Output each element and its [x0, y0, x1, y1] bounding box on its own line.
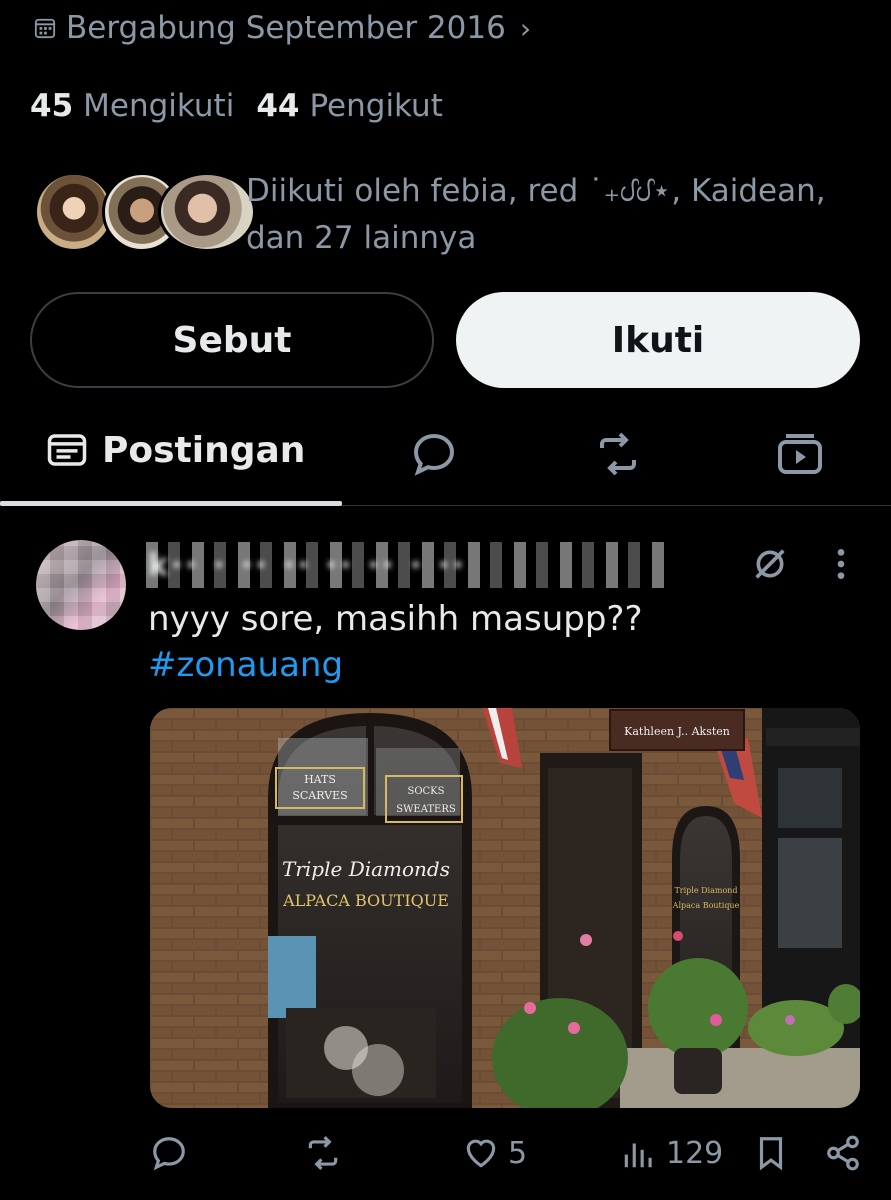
follow-button[interactable]: Ikuti — [456, 292, 860, 388]
post-text: nyyy sore, masihh masupp?? — [148, 599, 643, 639]
grok-icon[interactable] — [750, 542, 790, 586]
followers-link[interactable]: 44 Pengikut — [256, 88, 443, 124]
following-link[interactable]: 45 Mengikuti — [30, 88, 234, 124]
window-text-socks: SOCKS — [407, 786, 444, 797]
like-button[interactable]: 5 — [462, 1134, 527, 1172]
bookmark-icon — [759, 1137, 783, 1171]
followers-avatars[interactable] — [34, 172, 256, 254]
mention-button[interactable]: Sebut — [30, 292, 434, 388]
tab-posts-label: Postingan — [102, 429, 306, 471]
reply-icon — [153, 1137, 185, 1171]
more-options-icon[interactable] — [830, 544, 852, 584]
views-button[interactable]: 129 — [620, 1134, 723, 1172]
shop-name-text: Triple Diamonds — [282, 857, 450, 881]
following-label: Mengikuti — [83, 88, 235, 124]
repost-button[interactable] — [304, 1134, 342, 1172]
bookmark-button[interactable] — [752, 1134, 790, 1172]
storefront-photo: HATS SCARVES SOCKS SWEATERS Triple Diamo… — [150, 708, 860, 1108]
post-actions: 5 129 — [0, 1130, 891, 1186]
followers-label: Pengikut — [309, 88, 443, 124]
followers-count: 44 — [256, 88, 300, 124]
reposts-icon[interactable] — [594, 430, 642, 478]
profile-tabs: Postingan — [0, 410, 891, 506]
view-count: 129 — [666, 1135, 724, 1171]
share-button[interactable] — [824, 1134, 862, 1172]
follow-counts: 45 Mengikuti 44 Pengikut — [30, 88, 443, 124]
joined-date-link[interactable]: Bergabung September 2016 › — [34, 8, 531, 48]
shop-type-text: ALPACA BOUTIQUE — [282, 891, 449, 910]
heart-icon — [466, 1139, 496, 1168]
views-icon — [624, 1143, 652, 1168]
window-text-scarves: SCARVES — [292, 789, 347, 802]
following-count: 45 — [30, 88, 74, 124]
tab-posts[interactable]: Postingan — [46, 410, 305, 490]
share-icon — [827, 1135, 859, 1171]
window-text-hats: HATS — [304, 773, 336, 786]
hashtag-link[interactable]: #zonauang — [148, 642, 643, 688]
followed-by-text[interactable]: Diikuti oleh febia, red ˙₊ᦔᦔ⋆, Kaidean, … — [246, 168, 866, 262]
post-body: nyyy sore, masihh masupp?? #zonauang — [148, 596, 643, 688]
active-tab-indicator — [0, 501, 342, 506]
media-icon[interactable] — [776, 430, 824, 478]
replies-icon[interactable] — [410, 430, 458, 478]
like-count: 5 — [508, 1135, 528, 1171]
calendar-icon — [34, 18, 56, 39]
reply-button[interactable] — [150, 1134, 188, 1172]
window-text-sweaters: SWEATERS — [396, 804, 456, 815]
hanging-sign-text: Kathleen J.. Aksten — [624, 725, 730, 738]
avatar — [158, 172, 256, 252]
small-window-name: Triple Diamond — [674, 886, 737, 895]
post-author-avatar[interactable] — [36, 540, 126, 630]
repost-icon — [308, 1136, 338, 1170]
joined-date: Bergabung September 2016 — [66, 10, 506, 46]
chevron-right-icon: › — [519, 11, 532, 45]
posts-icon — [47, 434, 87, 466]
small-window-type: Alpaca Boutique — [672, 901, 740, 910]
post-author-name[interactable]: k·· · ·· ·· ·· ·· · ·· — [148, 548, 467, 586]
post-image[interactable]: HATS SCARVES SOCKS SWEATERS Triple Diamo… — [150, 708, 860, 1108]
